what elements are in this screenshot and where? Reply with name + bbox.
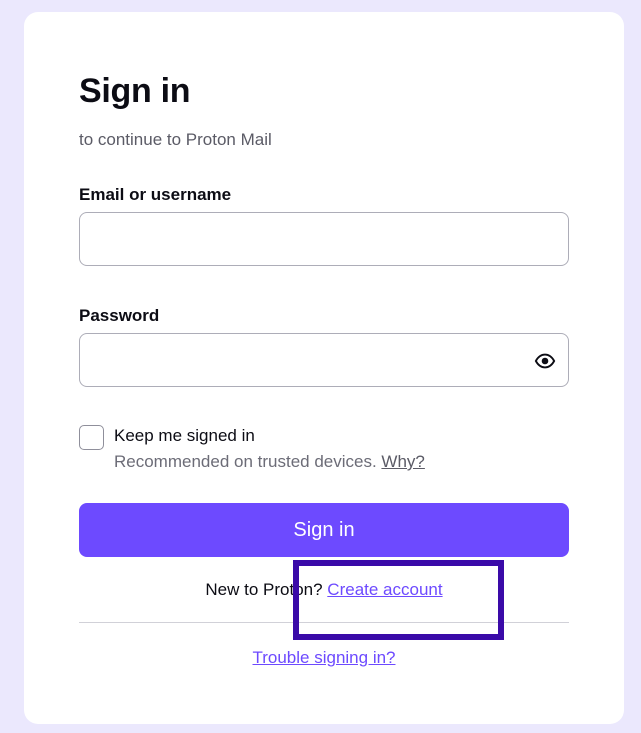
- why-link[interactable]: Why?: [381, 452, 424, 471]
- password-label: Password: [79, 306, 160, 325]
- keep-signed-in-checkbox[interactable]: [79, 425, 104, 450]
- eye-icon[interactable]: [534, 350, 556, 372]
- signin-button[interactable]: Sign in: [79, 503, 569, 557]
- recommended-text-label: Recommended on trusted devices.: [114, 452, 382, 471]
- trouble-signing-in-link[interactable]: Trouble signing in?: [252, 648, 395, 667]
- page-subtitle: to continue to Proton Mail: [79, 130, 272, 149]
- password-field[interactable]: [79, 333, 569, 387]
- email-label: Email or username: [79, 185, 232, 204]
- page-title: Sign in: [79, 72, 191, 110]
- keep-signed-in-label[interactable]: Keep me signed in: [114, 426, 255, 446]
- highlight-box: [293, 560, 504, 640]
- recommended-text: Recommended on trusted devices. Why?: [114, 452, 425, 472]
- trouble-row: Trouble signing in?: [24, 648, 624, 668]
- email-field[interactable]: [79, 212, 569, 266]
